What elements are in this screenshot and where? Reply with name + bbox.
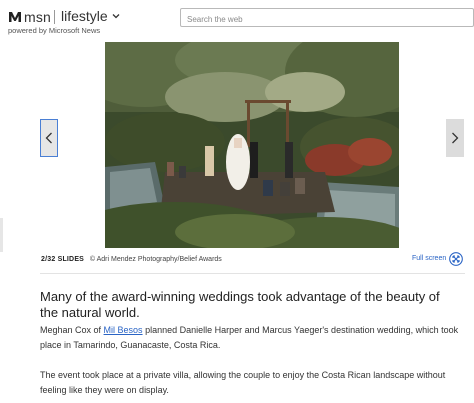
p1-text-before: Meghan Cox of — [40, 325, 104, 335]
article-paragraph-2: The event took place at a private villa,… — [40, 370, 446, 395]
previous-slide-button[interactable] — [40, 119, 58, 157]
brand-name: msn — [24, 9, 52, 25]
header-divider — [54, 10, 55, 24]
slide-headline: Many of the award-winning weddings took … — [40, 289, 440, 320]
page-edge — [0, 218, 3, 252]
msn-logo[interactable]: msn — [8, 9, 51, 25]
chevron-left-icon — [45, 132, 52, 144]
photo-credit: © Adri Mendez Photography/Belief Awards — [89, 256, 222, 263]
chevron-down-icon — [112, 14, 120, 19]
top-header: msn lifestyle powered by Microsoft News — [0, 0, 474, 38]
caption-divider — [40, 273, 465, 274]
article-paragraph-1: Meghan Cox of Mil Besos planned Danielle… — [40, 323, 464, 353]
section-label: lifestyle — [61, 8, 108, 24]
next-slide-button[interactable] — [446, 119, 464, 157]
msn-butterfly-icon — [9, 12, 21, 22]
fullscreen-icon[interactable] — [449, 252, 463, 266]
slide-photo — [105, 42, 399, 248]
search-input[interactable] — [181, 11, 473, 28]
mil-besos-link[interactable]: Mil Besos — [104, 325, 143, 335]
slide-caption: 2/32 SLIDES © Adri Mendez Photography/Be… — [41, 256, 222, 263]
fullscreen-link[interactable]: Full screen — [412, 255, 446, 262]
section-dropdown[interactable]: lifestyle — [61, 8, 120, 24]
chevron-right-icon — [452, 132, 459, 144]
wedding-photo-image — [105, 42, 399, 248]
search-box[interactable] — [180, 8, 474, 28]
powered-by: powered by Microsoft News — [8, 26, 101, 35]
slide-counter: 2/32 SLIDES — [41, 256, 85, 263]
